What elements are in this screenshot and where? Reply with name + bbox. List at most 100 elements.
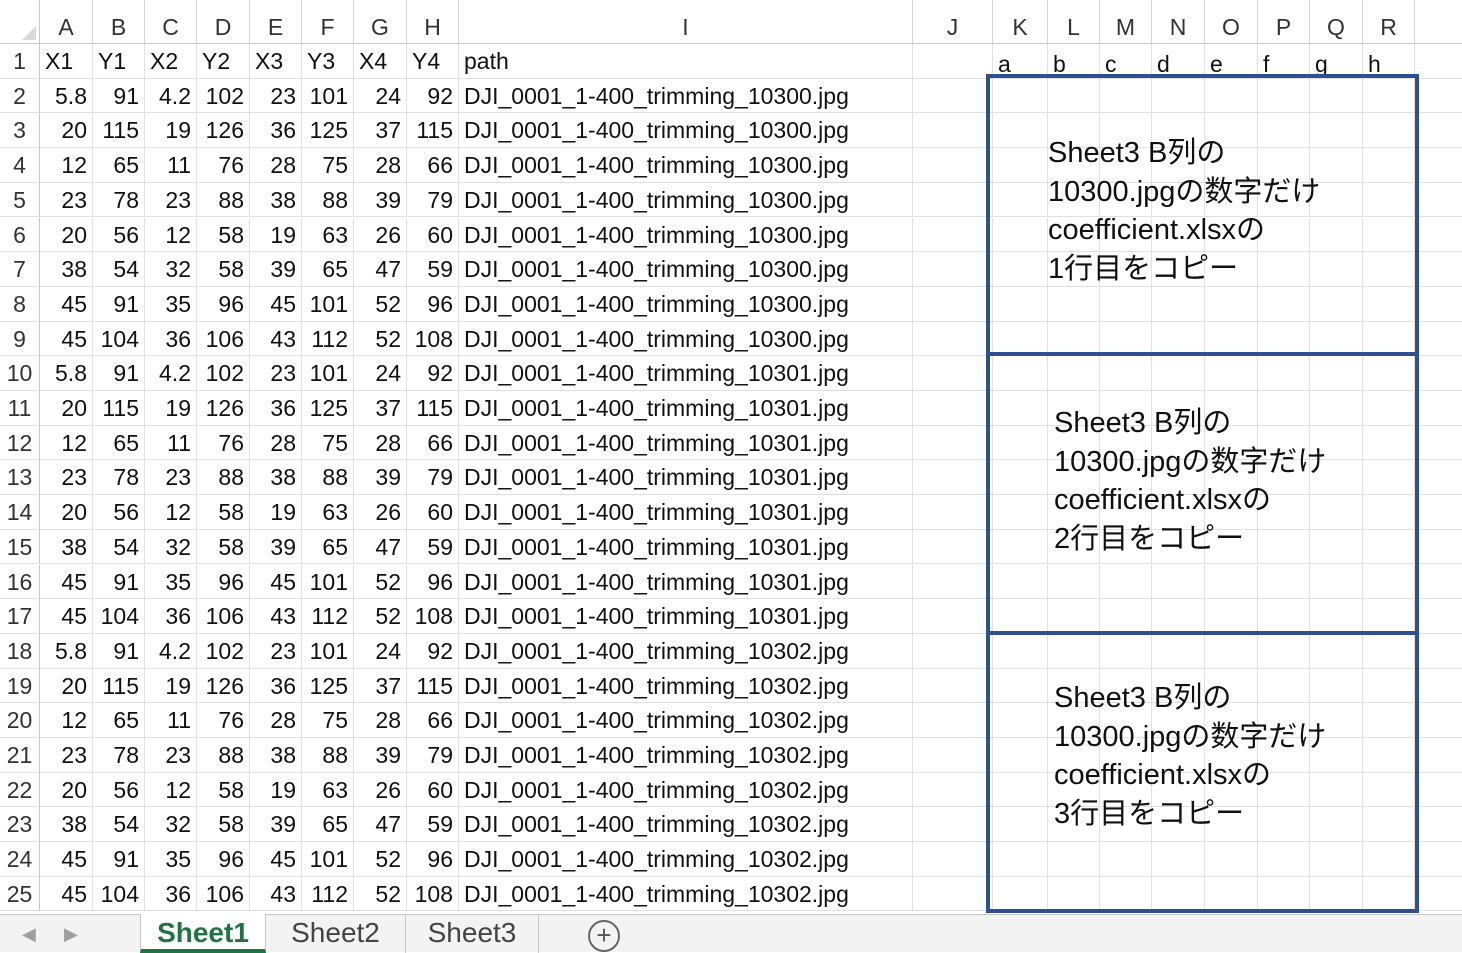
table-cell[interactable]: 38: [40, 807, 93, 843]
table-cell[interactable]: 58: [197, 495, 250, 530]
table-cell[interactable]: DJI_0001_1-400_trimming_10302.jpg: [459, 876, 913, 912]
table-cell[interactable]: DJI_0001_1-400_trimming_10301.jpg: [459, 599, 913, 634]
table-cell[interactable]: 101: [302, 633, 354, 669]
table-cell[interactable]: 38: [250, 460, 302, 496]
table-cell[interactable]: 56: [93, 495, 145, 530]
table-cell[interactable]: 26: [354, 217, 407, 253]
table-cell[interactable]: 66: [407, 425, 459, 461]
annotation-box-2[interactable]: Sheet3 B列の 10300.jpgの数字だけ coefficient.xl…: [986, 352, 1419, 635]
table-cell[interactable]: 45: [40, 321, 93, 357]
tab-sheet2[interactable]: Sheet2: [266, 914, 406, 953]
table-cell[interactable]: [1415, 599, 1462, 634]
table-cell[interactable]: 88: [197, 460, 250, 496]
column-header-f[interactable]: F: [302, 0, 354, 44]
table-cell[interactable]: DJI_0001_1-400_trimming_10301.jpg: [459, 495, 913, 530]
annotation-box-3[interactable]: Sheet3 B列の 10300.jpgの数字だけ coefficient.xl…: [986, 631, 1419, 913]
table-cell[interactable]: 28: [354, 148, 407, 183]
table-cell[interactable]: [913, 286, 993, 322]
table-cell[interactable]: 45: [40, 842, 93, 877]
table-cell[interactable]: 12: [145, 772, 197, 808]
table-cell[interactable]: 20: [40, 668, 93, 704]
table-cell[interactable]: 63: [302, 772, 354, 808]
table-cell[interactable]: 125: [302, 668, 354, 704]
table-cell[interactable]: 65: [93, 425, 145, 461]
table-cell[interactable]: 104: [93, 599, 145, 634]
row-header[interactable]: 7: [0, 252, 40, 287]
table-cell[interactable]: 92: [407, 78, 459, 114]
table-cell[interactable]: DJI_0001_1-400_trimming_10302.jpg: [459, 807, 913, 843]
header-cell[interactable]: [913, 44, 993, 79]
row-header[interactable]: 22: [0, 772, 40, 808]
table-cell[interactable]: 28: [250, 148, 302, 183]
table-cell[interactable]: 125: [302, 113, 354, 149]
row-header[interactable]: 5: [0, 182, 40, 218]
table-cell[interactable]: 38: [250, 738, 302, 773]
table-cell[interactable]: 58: [197, 807, 250, 843]
table-cell[interactable]: 47: [354, 807, 407, 843]
table-cell[interactable]: 39: [354, 460, 407, 496]
table-cell[interactable]: 58: [197, 529, 250, 565]
table-cell[interactable]: 38: [40, 529, 93, 565]
row-header[interactable]: 10: [0, 356, 40, 391]
table-cell[interactable]: 91: [93, 633, 145, 669]
table-cell[interactable]: [1415, 634, 1462, 669]
table-cell[interactable]: 45: [250, 286, 302, 322]
table-cell[interactable]: 96: [197, 286, 250, 322]
table-cell[interactable]: 106: [197, 321, 250, 357]
table-cell[interactable]: 28: [354, 703, 407, 738]
table-cell[interactable]: [913, 842, 993, 877]
table-cell[interactable]: 108: [407, 876, 459, 912]
table-cell[interactable]: 59: [407, 252, 459, 287]
table-cell[interactable]: 39: [250, 529, 302, 565]
row-header[interactable]: 4: [0, 148, 40, 183]
table-cell[interactable]: [913, 633, 993, 669]
table-cell[interactable]: 19: [250, 217, 302, 253]
table-cell[interactable]: 37: [354, 113, 407, 149]
table-cell[interactable]: 78: [93, 182, 145, 218]
table-cell[interactable]: [913, 78, 993, 114]
table-cell[interactable]: 65: [93, 148, 145, 183]
table-cell[interactable]: 65: [302, 529, 354, 565]
row-header[interactable]: 11: [0, 391, 40, 426]
table-cell[interactable]: 106: [197, 876, 250, 912]
column-header-h[interactable]: H: [407, 0, 459, 44]
table-cell[interactable]: [1415, 113, 1462, 149]
table-cell[interactable]: 28: [354, 425, 407, 461]
table-cell[interactable]: 115: [93, 668, 145, 704]
table-cell[interactable]: 23: [250, 356, 302, 391]
table-cell[interactable]: [913, 599, 993, 634]
column-header-m[interactable]: M: [1100, 0, 1152, 44]
table-cell[interactable]: 36: [145, 599, 197, 634]
table-cell[interactable]: 39: [250, 252, 302, 287]
table-cell[interactable]: [1415, 669, 1462, 704]
table-cell[interactable]: 36: [250, 113, 302, 149]
table-cell[interactable]: 52: [354, 286, 407, 322]
table-cell[interactable]: [1415, 495, 1462, 530]
column-header-c[interactable]: C: [145, 0, 197, 44]
table-cell[interactable]: 112: [302, 321, 354, 357]
table-cell[interactable]: [1415, 356, 1462, 391]
header-cell[interactable]: Y4: [407, 44, 459, 79]
table-cell[interactable]: DJI_0001_1-400_trimming_10302.jpg: [459, 633, 913, 669]
table-cell[interactable]: 78: [93, 738, 145, 773]
table-cell[interactable]: 54: [93, 529, 145, 565]
table-cell[interactable]: 39: [354, 738, 407, 773]
table-cell[interactable]: 76: [197, 148, 250, 183]
table-cell[interactable]: 96: [407, 842, 459, 877]
table-cell[interactable]: 63: [302, 217, 354, 253]
table-cell[interactable]: 52: [354, 842, 407, 877]
table-cell[interactable]: 24: [354, 633, 407, 669]
table-cell[interactable]: [913, 460, 993, 496]
table-cell[interactable]: 36: [250, 668, 302, 704]
table-cell[interactable]: 38: [250, 182, 302, 218]
table-cell[interactable]: 88: [302, 738, 354, 773]
table-cell[interactable]: 112: [302, 599, 354, 634]
table-cell[interactable]: 12: [40, 148, 93, 183]
table-cell[interactable]: 35: [145, 286, 197, 322]
header-cell[interactable]: Y1: [93, 44, 145, 79]
table-cell[interactable]: 23: [250, 633, 302, 669]
table-cell[interactable]: 43: [250, 599, 302, 634]
row-header[interactable]: 25: [0, 876, 40, 912]
table-cell[interactable]: 39: [354, 182, 407, 218]
table-cell[interactable]: [1415, 738, 1462, 773]
